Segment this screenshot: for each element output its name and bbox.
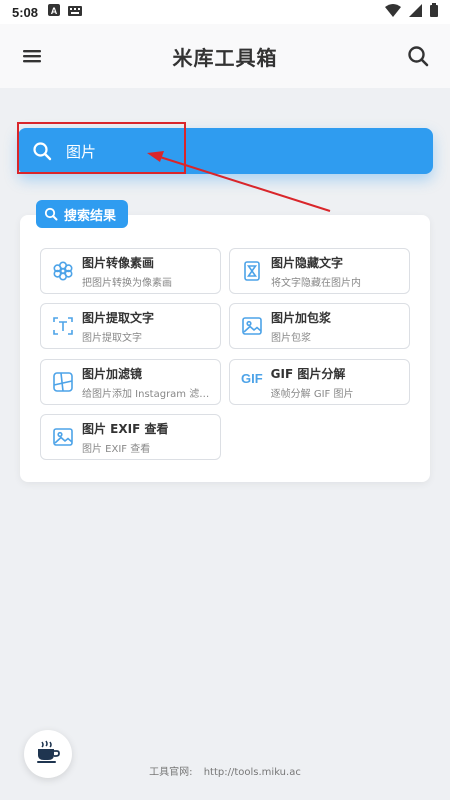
tool-desc: 图片提取文字	[82, 332, 142, 344]
tool-title: 图片转像素画	[82, 255, 155, 270]
tool-title: 图片提取文字	[82, 310, 155, 325]
tool-desc: 图片包浆	[271, 332, 311, 344]
status-bar: 5:08 A	[0, 0, 450, 24]
wifi-icon	[385, 3, 401, 21]
tool-item-extract-text[interactable]: 图片提取文字 图片提取文字	[40, 303, 221, 349]
hourglass-icon	[241, 260, 263, 282]
svg-text:A: A	[51, 6, 58, 16]
tool-title: GIF 图片分解	[270, 366, 346, 381]
notification-a-icon: A	[48, 4, 61, 20]
footer: 工具官网: http://tools.miku.ac	[0, 763, 450, 778]
battery-icon	[430, 3, 438, 21]
search-icon	[32, 141, 52, 161]
tool-item-hide-text[interactable]: 图片隐藏文字 将文字隐藏在图片内	[229, 248, 410, 294]
app-bar: 米库工具箱	[0, 24, 450, 88]
tool-desc: 图片 EXIF 查看	[82, 443, 151, 455]
gif-icon: GIF	[241, 371, 263, 386]
tool-item-gif-split[interactable]: GIF GIF 图片分解 逐帧分解 GIF 图片	[229, 359, 410, 405]
tool-desc: 将文字隐藏在图片内	[271, 277, 361, 289]
footer-label: 工具官网:	[149, 767, 193, 778]
filter-icon	[52, 371, 74, 393]
menu-icon[interactable]	[22, 46, 44, 66]
app-title: 米库工具箱	[172, 45, 278, 70]
tool-item-filter[interactable]: 图片加滤镜 给图片添加 Instagram 滤…	[40, 359, 221, 405]
search-input[interactable]	[66, 142, 366, 160]
image-icon	[241, 315, 263, 337]
status-time: 5:08	[12, 4, 39, 20]
tool-desc: 逐帧分解 GIF 图片	[270, 388, 354, 400]
tool-title: 图片隐藏文字	[271, 255, 344, 270]
cellular-icon	[409, 3, 422, 21]
results-label: 搜索结果	[64, 208, 117, 224]
keyboard-icon	[68, 5, 83, 20]
tool-desc: 给图片添加 Instagram 滤…	[82, 388, 210, 400]
tool-desc: 把图片转换为像素画	[82, 277, 172, 289]
image-icon	[52, 426, 74, 448]
tool-item-pixel-art[interactable]: 图片转像素画 把图片转换为像素画	[40, 248, 221, 294]
search-icon	[44, 207, 58, 221]
tool-title: 图片加包浆	[271, 310, 332, 325]
tool-item-patina[interactable]: 图片加包浆 图片包浆	[229, 303, 410, 349]
text-scan-icon	[52, 315, 74, 337]
results-badge: 搜索结果	[36, 200, 129, 228]
tool-title: 图片加滤镜	[82, 366, 143, 381]
search-bar[interactable]	[18, 128, 433, 174]
tool-title: 图片 EXIF 查看	[82, 421, 169, 436]
flower-icon	[52, 260, 74, 282]
tool-item-exif[interactable]: 图片 EXIF 查看 图片 EXIF 查看	[40, 414, 221, 460]
search-icon[interactable]	[406, 44, 430, 68]
footer-link[interactable]: http://tools.miku.ac	[204, 767, 301, 778]
